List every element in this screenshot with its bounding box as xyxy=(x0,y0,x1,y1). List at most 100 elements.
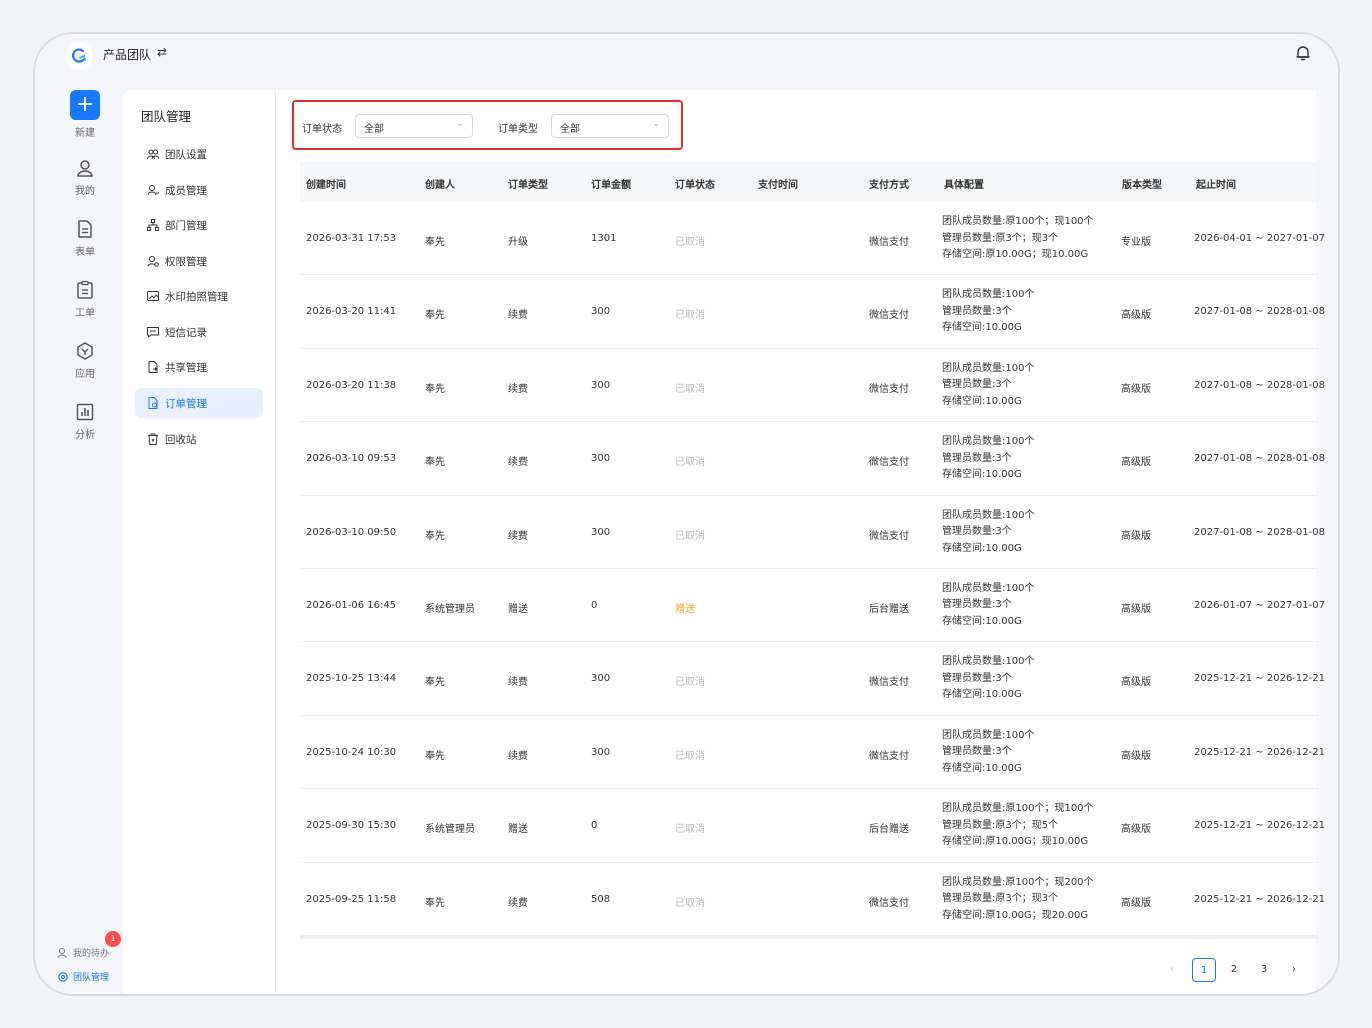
config-line: 管理员数量:3个 xyxy=(942,746,1012,758)
config-line: 存储空间:原10.00G；现10.00G xyxy=(942,249,1089,260)
bell-icon[interactable] xyxy=(1294,44,1312,62)
table-row[interactable]: 2026-03-31 17:53 奉先 升级 1301 已取消 微信支付 专业版 2026-0… xyxy=(300,202,1325,276)
cell-config: 团队成员数量:100个 管理员数量:3个 存储空间:10.00G xyxy=(942,434,1034,484)
config-line: 管理员数量:3个 xyxy=(942,379,1012,391)
page-3-button[interactable]: 3 xyxy=(1252,958,1276,982)
cell-period: 2027-01-08 ~ 2028-01-08 xyxy=(1194,379,1325,391)
config-line: 存储空间:10.00G xyxy=(942,615,1022,627)
sidebar-item-label: 水印拍照管理 xyxy=(165,290,228,303)
sidebar-item-team-settings[interactable]: 团队设置 xyxy=(135,139,263,169)
cell-status: 已取消 xyxy=(675,457,705,469)
app-logo[interactable] xyxy=(65,42,93,70)
top-bar: 产品团队 ⇄ xyxy=(35,34,1338,82)
cell-config: 团队成员数量:原100个；现200个 管理员数量:原3个；现3个 存储空间:原10.… xyxy=(942,875,1094,925)
cell-type: 升级 xyxy=(508,237,528,248)
cell-method: 后台赠送 xyxy=(869,603,909,615)
left-nav: + 新建 我的 表单 工单 应用 分析 1 我的待办 团队管理 xyxy=(35,82,123,994)
nav-analysis[interactable]: 分析 xyxy=(35,402,135,441)
table-row[interactable]: 2026-03-10 09:53 奉先 续费 300 已取消 微信支付 高级版 2027-01… xyxy=(300,422,1325,496)
col-created: 创建时间 xyxy=(306,180,346,191)
config-line: 存储空间:10.00G xyxy=(942,322,1022,334)
table-row[interactable]: 2026-03-20 11:38 奉先 续费 300 已取消 微信支付 高级版 2027-01… xyxy=(300,349,1325,423)
cell-status: 赠送 xyxy=(675,603,695,615)
table-row[interactable]: 2026-03-10 09:50 奉先 续费 300 已取消 微信支付 高级版 2027-01… xyxy=(300,496,1325,569)
cell-creator: 奉先 xyxy=(425,897,445,909)
sidebar-item-members[interactable]: 成员管理 xyxy=(135,175,263,205)
cell-amount: 300 xyxy=(591,746,611,758)
swap-team-icon[interactable]: ⇄ xyxy=(157,45,167,59)
app-icon xyxy=(77,342,93,360)
cell-period: 2027-01-08 ~ 2028-01-08 xyxy=(1194,306,1325,318)
config-line: 管理员数量:3个 xyxy=(942,305,1012,317)
cell-method: 微信支付 xyxy=(869,750,909,762)
page-1-button[interactable]: 1 xyxy=(1192,958,1216,982)
filter-bar: 订单状态 全部 ⌄ 订单类型 全部 ⌄ xyxy=(292,100,683,150)
nav-form-label: 表单 xyxy=(75,247,95,258)
table-row[interactable]: 2025-09-30 15:30 系统管理员 赠送 0 已取消 后台赠送 高级版 2025-1… xyxy=(300,789,1325,863)
config-line: 团队成员数量:100个 xyxy=(942,582,1035,594)
table-scrollbar[interactable] xyxy=(300,935,1318,939)
table-row[interactable]: 2025-10-24 10:30 奉先 续费 300 已取消 微信支付 高级版 2025-12… xyxy=(300,716,1325,790)
sidebar-item-departments[interactable]: 部门管理 xyxy=(135,210,263,240)
col-period: 起止时间 xyxy=(1196,180,1236,191)
my-todo[interactable]: 我的待办 xyxy=(57,946,109,959)
ticket-icon xyxy=(77,280,93,299)
sidebar-item-label: 共享管理 xyxy=(165,361,207,374)
nav-form[interactable]: 表单 xyxy=(35,219,135,258)
table-row[interactable]: 2025-10-25 13:44 奉先 续费 300 已取消 微信支付 高级版 2025-12… xyxy=(300,642,1325,716)
cell-edition: 高级版 xyxy=(1121,310,1151,322)
config-line: 存储空间:10.00G xyxy=(942,762,1022,774)
cell-method: 微信支付 xyxy=(869,383,909,395)
form-icon xyxy=(78,220,92,238)
cell-status: 已取消 xyxy=(675,383,705,395)
trash-icon xyxy=(148,433,158,445)
nav-new[interactable]: + 新建 xyxy=(35,90,135,139)
config-line: 管理员数量:3个 xyxy=(942,526,1012,538)
page-2-button[interactable]: 2 xyxy=(1222,958,1246,982)
config-line: 管理员数量:原3个；现3个 xyxy=(942,893,1059,905)
status-filter-select[interactable]: 全部 ⌄ xyxy=(355,114,473,138)
config-line: 管理员数量:原3个；现5个 xyxy=(942,819,1059,831)
cell-creator: 奉先 xyxy=(425,530,445,542)
table-row[interactable]: 2025-09-25 11:58 奉先 续费 508 已取消 微信支付 高级版 2025-12… xyxy=(300,863,1325,936)
nav-app[interactable]: 应用 xyxy=(35,341,135,380)
prev-page-button[interactable]: ‹ xyxy=(1160,958,1184,982)
user-icon xyxy=(77,160,93,177)
sidebar-item-trash[interactable]: 回收站 xyxy=(135,424,263,454)
table-row[interactable]: 2026-03-20 11:41 奉先 续费 300 已取消 微信支付 高级版 2027-01… xyxy=(300,275,1325,349)
cell-config: 团队成员数量:100个 管理员数量:3个 存储空间:10.00G xyxy=(942,654,1034,704)
nav-ticket[interactable]: 工单 xyxy=(35,280,135,319)
cell-period: 2027-01-08 ~ 2028-01-08 xyxy=(1194,526,1325,538)
config-line: 存储空间:原10.00G；现20.00G xyxy=(942,909,1089,921)
cell-amount: 0 xyxy=(591,820,598,832)
type-filter-select[interactable]: 全部 ⌄ xyxy=(551,114,669,138)
cell-edition: 高级版 xyxy=(1121,603,1151,615)
cell-type: 续费 xyxy=(508,677,528,689)
my-todo-label: 我的待办 xyxy=(73,949,110,959)
sidebar-item-sms[interactable]: 短信记录 xyxy=(135,317,263,347)
cell-status: 已取消 xyxy=(675,530,705,542)
sidebar-item-orders[interactable]: 订单管理 xyxy=(135,388,263,418)
cell-type: 续费 xyxy=(508,457,528,469)
sidebar-item-permissions[interactable]: 权限管理 xyxy=(135,246,263,276)
col-creator: 创建人 xyxy=(425,180,455,191)
team-admin-link[interactable]: 团队管理 xyxy=(57,970,109,983)
config-line: 存储空间:10.00G xyxy=(942,395,1022,407)
cell-edition: 专业版 xyxy=(1121,237,1151,248)
app-window: 产品团队 ⇄ + 新建 我的 表单 工单 应用 分析 1 我的待办 团队管理 团… xyxy=(33,32,1340,996)
sidebar-item-watermark[interactable]: 水印拍照管理 xyxy=(135,281,263,311)
cell-amount: 0 xyxy=(591,599,598,611)
order-icon xyxy=(148,397,158,409)
nav-mine-label: 我的 xyxy=(75,186,95,197)
cell-created: 2026-03-10 09:50 xyxy=(306,526,397,538)
nav-mine[interactable]: 我的 xyxy=(35,158,135,197)
config-line: 存储空间:原10.00G；现10.00G xyxy=(942,836,1089,848)
col-edition: 版本类型 xyxy=(1122,180,1162,191)
cell-type: 赠送 xyxy=(508,603,528,615)
table-row[interactable]: 2026-01-06 16:45 系统管理员 赠送 0 赠送 后台赠送 高级版 2026-01… xyxy=(300,569,1325,643)
cell-amount: 300 xyxy=(591,379,611,391)
next-page-button[interactable]: › xyxy=(1282,958,1306,982)
sidebar-item-share[interactable]: 共享管理 xyxy=(135,352,263,382)
team-name[interactable]: 产品团队 xyxy=(103,46,151,63)
cell-config: 团队成员数量:100个 管理员数量:3个 存储空间:10.00G xyxy=(942,287,1034,337)
